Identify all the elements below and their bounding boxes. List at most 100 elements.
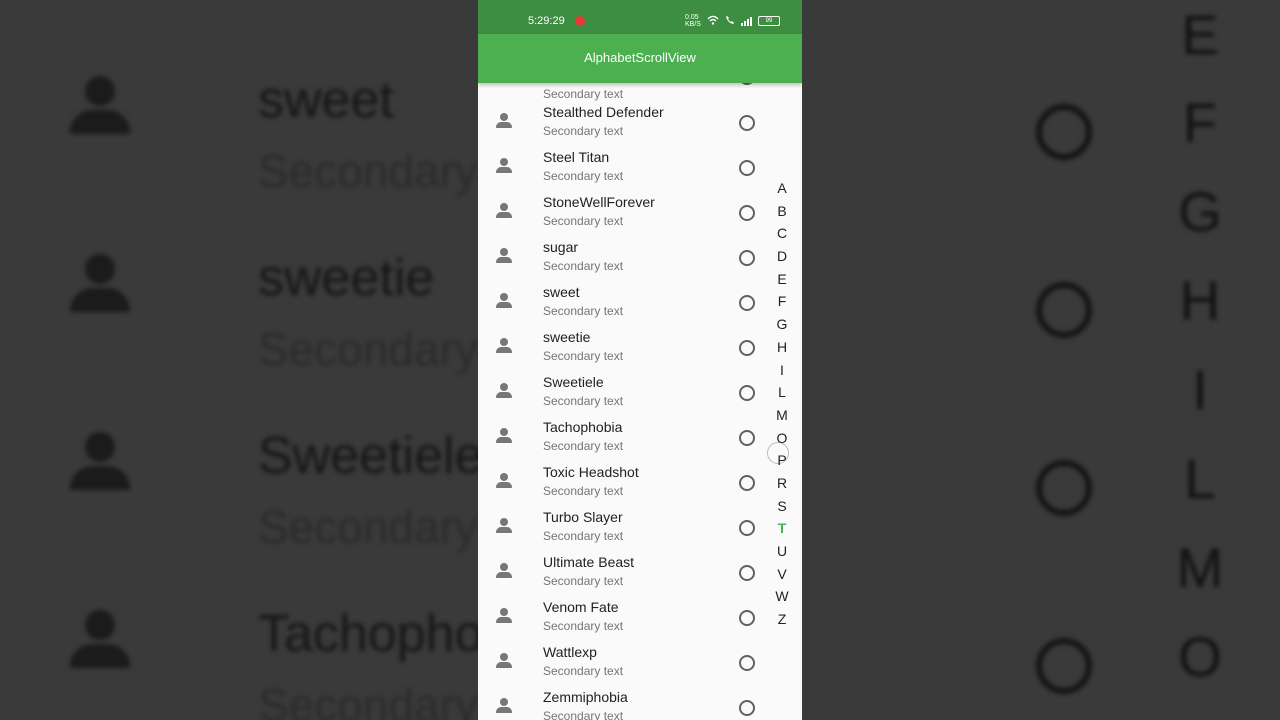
bg-title: Tachopho [258, 605, 484, 663]
status-time: 5:29:29 [528, 15, 565, 27]
radio-unchecked-icon[interactable] [739, 655, 755, 671]
screen-record-icon [575, 16, 585, 26]
radio-unchecked-icon[interactable] [739, 295, 755, 311]
person-icon [496, 113, 512, 129]
index-letter-g[interactable]: G [771, 313, 793, 336]
list-item-subtitle: Secondary text [543, 709, 624, 720]
list-item[interactable]: Stealthed Defender Secondary text [478, 103, 768, 148]
index-letter-f[interactable]: F [771, 290, 793, 313]
index-letter-o[interactable]: O [771, 427, 793, 450]
index-letter-m[interactable]: M [771, 404, 793, 427]
person-icon [496, 653, 512, 669]
person-icon [496, 158, 512, 174]
radio-unchecked-icon [1036, 460, 1092, 516]
list-item[interactable]: Turbo Slayer Secondary text [478, 508, 768, 553]
radio-unchecked-icon[interactable] [739, 700, 755, 716]
list-item[interactable]: Steel Titan Secondary text [478, 148, 768, 193]
list-item-subtitle: Secondary text [543, 304, 624, 318]
bg-index-letter: O [1178, 625, 1222, 688]
radio-unchecked-icon[interactable] [739, 115, 755, 131]
status-bar: 5:29:29 0.05 KB/S 99 [478, 0, 802, 34]
person-icon [70, 254, 130, 314]
alphabet-index[interactable]: ABCDEFGHILMOPRSTUVWZ [771, 177, 793, 631]
index-letter-s[interactable]: S [771, 495, 793, 518]
list-item-subtitle: Secondary text [543, 529, 624, 543]
list-item-subtitle: Secondary text [543, 259, 624, 273]
index-letter-e[interactable]: E [771, 268, 793, 291]
index-letter-p[interactable]: P [771, 449, 793, 472]
list-item-title: sweet [543, 284, 580, 300]
radio-unchecked-icon[interactable] [739, 340, 755, 356]
index-letter-h[interactable]: H [771, 336, 793, 359]
list-item[interactable]: Sweetiele Secondary text [478, 373, 768, 418]
person-icon [496, 338, 512, 354]
radio-unchecked-icon[interactable] [739, 430, 755, 446]
index-letter-i[interactable]: I [771, 359, 793, 382]
person-icon [70, 76, 130, 136]
list-item[interactable]: Venom Fate Secondary text [478, 598, 768, 643]
list-item-subtitle: Secondary text [543, 664, 624, 678]
index-letter-t[interactable]: T [771, 517, 793, 540]
list-item-subtitle: Secondary text [543, 394, 624, 408]
radio-unchecked-icon[interactable] [739, 610, 755, 626]
person-icon [496, 428, 512, 444]
list-item-subtitle: Secondary text [543, 87, 624, 101]
list-item[interactable]: Zemmiphobia Secondary text [478, 688, 768, 720]
list-item[interactable]: sugar Secondary text [478, 238, 768, 283]
index-letter-c[interactable]: C [771, 222, 793, 245]
radio-unchecked-icon[interactable] [739, 475, 755, 491]
index-letter-z[interactable]: Z [771, 608, 793, 631]
phone-screen: Secondary text Stealthed Defender Seconda… [478, 0, 802, 720]
list-item[interactable]: StoneWellForever Secondary text [478, 193, 768, 238]
list-item-title: StoneWellForever [543, 194, 655, 210]
list-item[interactable]: sweetie Secondary text [478, 328, 768, 373]
list-item[interactable]: sweet Secondary text [478, 283, 768, 328]
person-icon [496, 608, 512, 624]
index-letter-r[interactable]: R [771, 472, 793, 495]
radio-unchecked-icon[interactable] [739, 205, 755, 221]
radio-unchecked-icon[interactable] [739, 565, 755, 581]
list-item[interactable]: Tachophobia Secondary text [478, 418, 768, 463]
index-letter-a[interactable]: A [771, 177, 793, 200]
index-letter-v[interactable]: V [771, 563, 793, 586]
bg-subtitle: Secondary [258, 145, 478, 197]
index-letter-b[interactable]: B [771, 200, 793, 223]
battery-icon: 99 [758, 16, 780, 26]
index-letter-l[interactable]: L [771, 381, 793, 404]
call-icon [725, 15, 735, 27]
signal-icon [741, 16, 752, 26]
list-item-title: Tachophobia [543, 419, 623, 435]
radio-unchecked-icon[interactable] [739, 160, 755, 176]
list-item-title: Turbo Slayer [543, 509, 623, 525]
list-item[interactable]: Wattlexp Secondary text [478, 643, 768, 688]
bg-index-letter: F [1182, 91, 1218, 154]
radio-unchecked-icon[interactable] [739, 250, 755, 266]
contact-list[interactable]: Secondary text Stealthed Defender Seconda… [478, 0, 802, 720]
bg-index-letter: H [1179, 269, 1221, 332]
list-item-subtitle: Secondary text [543, 439, 624, 453]
person-icon [496, 293, 512, 309]
list-item[interactable]: Toxic Headshot Secondary text [478, 463, 768, 508]
list-item-title: Wattlexp [543, 644, 597, 660]
person-icon [496, 473, 512, 489]
radio-unchecked-icon[interactable] [739, 385, 755, 401]
list-item-title: Venom Fate [543, 599, 619, 615]
index-letter-w[interactable]: W [771, 585, 793, 608]
person-icon [496, 563, 512, 579]
list-item-title: Steel Titan [543, 149, 610, 165]
person-icon [496, 698, 512, 714]
bg-index-letter: E [1181, 3, 1219, 66]
radio-unchecked-icon [1036, 638, 1092, 694]
index-letter-u[interactable]: U [771, 540, 793, 563]
bg-title: sweet [258, 71, 394, 129]
person-icon [496, 203, 512, 219]
index-letter-d[interactable]: D [771, 245, 793, 268]
bg-index-letter: M [1176, 536, 1224, 599]
radio-unchecked-icon[interactable] [739, 520, 755, 536]
bg-subtitle: Secondary [258, 501, 478, 553]
list-item-subtitle: Secondary text [543, 574, 624, 588]
bg-subtitle: Secondary [258, 323, 478, 375]
person-icon [496, 383, 512, 399]
list-item-title: sweetie [543, 329, 591, 345]
list-item[interactable]: Ultimate Beast Secondary text [478, 553, 768, 598]
